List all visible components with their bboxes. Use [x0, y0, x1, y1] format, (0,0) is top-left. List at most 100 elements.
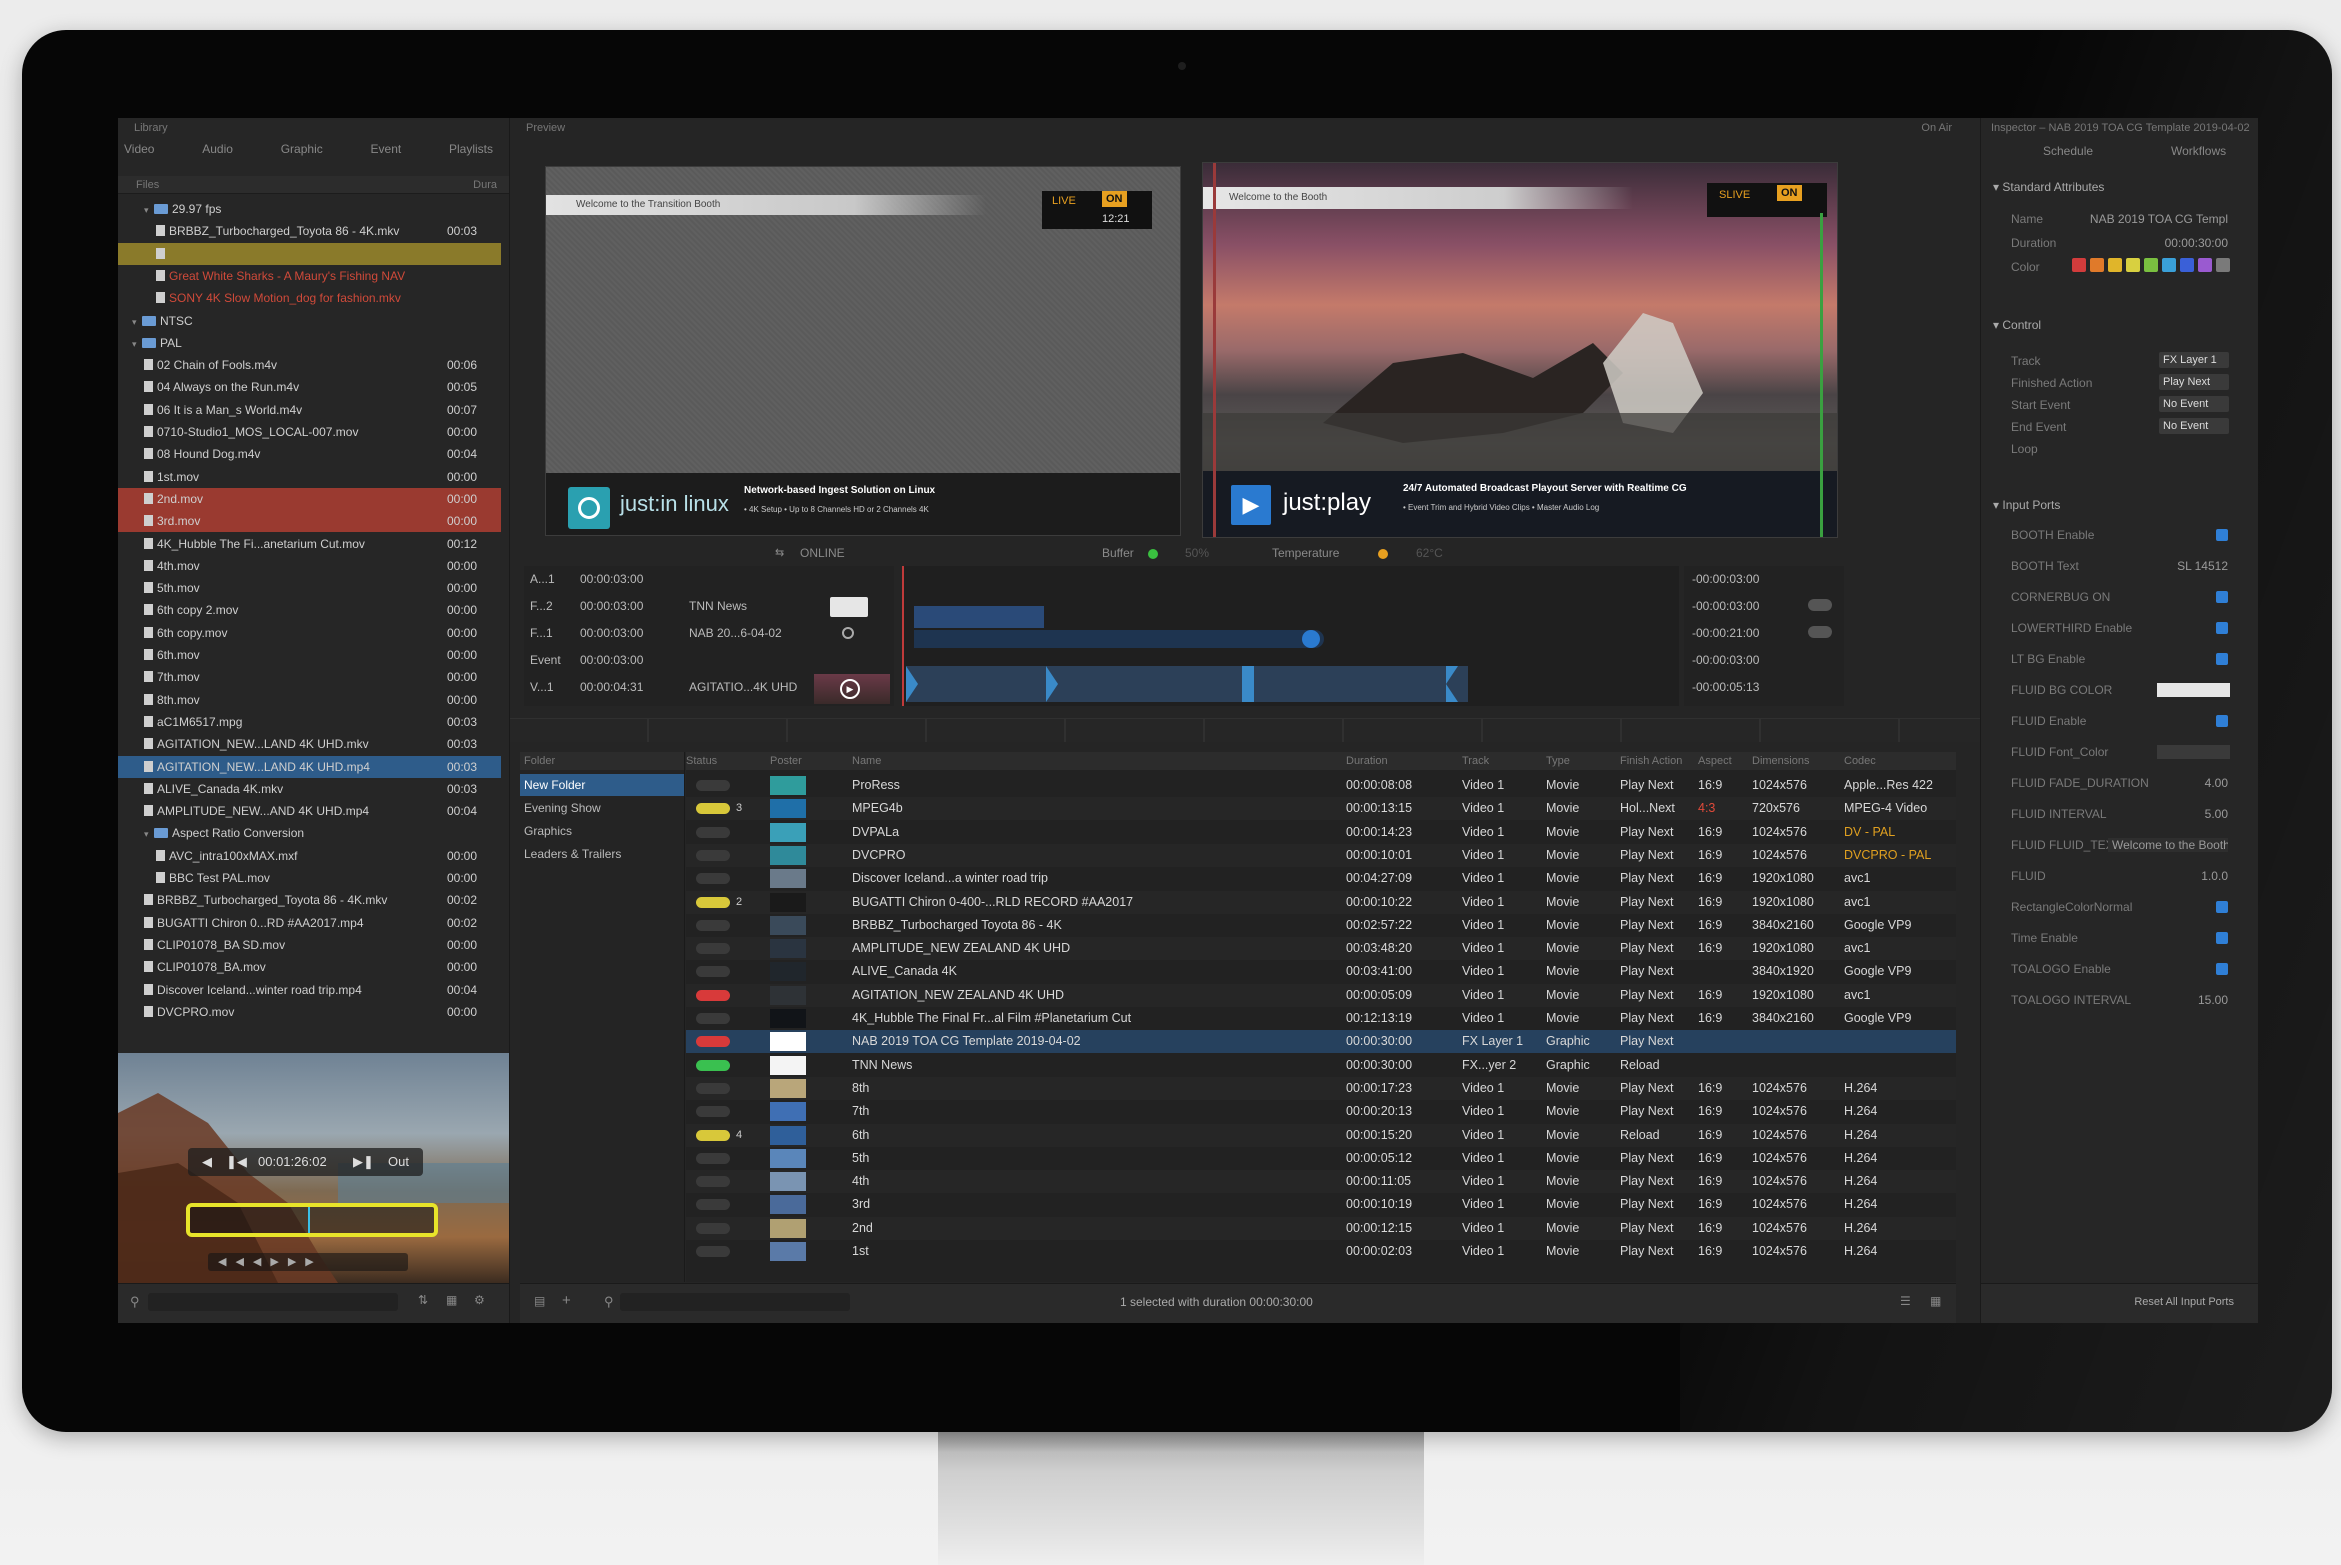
- table-row[interactable]: AMPLITUDE_NEW ZEALAND 4K UHD 00:03:48:20 V…: [686, 937, 1956, 961]
- port-checkbox[interactable]: [2216, 591, 2228, 603]
- mark-in-icon[interactable]: ❚◀: [226, 1148, 247, 1176]
- port-checkbox[interactable]: [2216, 622, 2228, 634]
- table-row[interactable]: ProRess 00:00:08:08 Video 1 Movie Play Next 1…: [686, 774, 1956, 797]
- column-header[interactable]: Name: [852, 755, 881, 767]
- column-header[interactable]: Dimensions: [1752, 755, 1809, 767]
- table-row[interactable]: 1st 00:00:02:03 Video 1 Movie Play Next 16:9 1…: [686, 1240, 1956, 1263]
- table-row[interactable]: 4K_Hubble The Final Fr...al Film #Planet…: [686, 1007, 1956, 1030]
- timeline-video-track[interactable]: [906, 666, 1468, 702]
- timeline-knob[interactable]: [1302, 630, 1320, 648]
- tab-schedule[interactable]: Schedule: [2043, 144, 2093, 158]
- column-header[interactable]: Track: [1462, 755, 1489, 767]
- library-file[interactable]: 06 It is a Man_s World.m4v 00:07: [118, 399, 501, 421]
- table-row[interactable]: TNN News 00:00:30:00 FX...yer 2 Graphic Relo…: [686, 1054, 1956, 1077]
- column-header[interactable]: Status: [686, 755, 717, 767]
- folder-item[interactable]: Graphics: [524, 820, 572, 842]
- library-file[interactable]: 2nd.mov 00:00: [118, 487, 501, 510]
- out-label[interactable]: Out: [388, 1148, 409, 1176]
- search-icon[interactable]: ⚲: [130, 1294, 140, 1310]
- playlist-search-icon[interactable]: ⚲: [604, 1294, 614, 1310]
- col-files[interactable]: Files: [136, 179, 159, 191]
- port-checkbox[interactable]: [2216, 932, 2228, 944]
- tab-workflows[interactable]: Workflows: [2171, 144, 2226, 158]
- disclosure-icon[interactable]: ▾: [132, 311, 142, 333]
- tab-event[interactable]: Event: [371, 142, 402, 156]
- reset-input-ports-button[interactable]: Reset All Input Ports: [2134, 1296, 2234, 1308]
- port-checkbox[interactable]: [2216, 963, 2228, 975]
- library-file[interactable]: BRBBZ_Turbocharged_Toyota 86 - 4K.mkv 00:…: [118, 889, 501, 911]
- prev-frame-icon[interactable]: ◀: [202, 1148, 212, 1176]
- timeline-playhead[interactable]: [902, 566, 904, 706]
- grid-icon[interactable]: ▦: [446, 1293, 457, 1307]
- color-swatch[interactable]: [2072, 258, 2086, 272]
- library-file[interactable]: AMPLITUDE_NEW...AND 4K UHD.mp4 00:04: [118, 800, 501, 822]
- port-checkbox[interactable]: [2216, 653, 2228, 665]
- graphic-toggle-button[interactable]: [830, 597, 868, 617]
- video-thumb-play[interactable]: ▶: [814, 674, 890, 704]
- library-file[interactable]: AGITATION_NEW...LAND 4K UHD.mkv 00:03: [118, 733, 501, 755]
- table-row[interactable]: 2nd 00:00:12:15 Video 1 Movie Play Next 16:9 1…: [686, 1216, 1956, 1240]
- column-header[interactable]: Poster: [770, 755, 802, 767]
- record-circle-icon[interactable]: [842, 627, 854, 639]
- library-file[interactable]: SONY 4K Slow Motion_dog for fashion.mkv: [118, 287, 501, 309]
- disclosure-icon[interactable]: ▾: [144, 199, 154, 221]
- port-value[interactable]: 1.0.0: [2201, 869, 2228, 883]
- table-row[interactable]: 4th 00:00:11:05 Video 1 Movie Play Next 16:9 1…: [686, 1170, 1956, 1194]
- track-select[interactable]: FX Layer 1: [2159, 352, 2229, 368]
- color-swatch[interactable]: [2216, 258, 2230, 272]
- table-row[interactable]: AGITATION_NEW ZEALAND 4K UHD 00:00:05:09 V…: [686, 983, 1956, 1007]
- sort-icon[interactable]: ⇅: [418, 1293, 428, 1307]
- tab-audio[interactable]: Audio: [202, 142, 233, 156]
- standard-attributes-header[interactable]: ▾ Standard Attributes: [1993, 180, 2104, 194]
- library-file[interactable]: 4th.mov 00:00: [118, 555, 501, 577]
- folder-item[interactable]: New Folder: [524, 774, 585, 796]
- column-header[interactable]: Finish Action: [1620, 755, 1682, 767]
- library-file[interactable]: 02 Chain of Fools.m4v 00:06: [118, 354, 501, 376]
- column-header[interactable]: Codec: [1844, 755, 1876, 767]
- color-swatch[interactable]: [2108, 258, 2122, 272]
- library-file[interactable]: Great White Sharks - A Maury's Fishing N…: [118, 265, 501, 287]
- table-row[interactable]: Discover Iceland...a winter road trip 00:…: [686, 867, 1956, 890]
- port-value[interactable]: 15.00: [2198, 993, 2228, 1007]
- playlist-search-input[interactable]: [620, 1293, 850, 1311]
- table-row[interactable]: BRBBZ_Turbocharged Toyota 86 - 4K 00:02:5…: [686, 914, 1956, 937]
- table-row[interactable]: 8th 00:00:17:23 Video 1 Movie Play Next 16:9 1…: [686, 1076, 1956, 1100]
- port-checkbox[interactable]: [2216, 715, 2228, 727]
- control-header[interactable]: ▾ Control: [1993, 318, 2041, 332]
- library-file[interactable]: [118, 242, 501, 265]
- port-color-bar[interactable]: [2157, 683, 2230, 697]
- library-search-input[interactable]: [148, 1293, 398, 1311]
- table-row[interactable]: ALIVE_Canada 4K 00:03:41:00 Video 1 Movie Pl…: [686, 960, 1956, 983]
- tab-playlists[interactable]: Playlists: [449, 142, 493, 156]
- library-folder[interactable]: ▾ PAL: [118, 332, 501, 354]
- duration-value[interactable]: 00:00:30:00: [2165, 236, 2228, 250]
- library-file[interactable]: AGITATION_NEW...LAND 4K UHD.mp4 00:03: [118, 755, 501, 778]
- timeline-block-fx[interactable]: [914, 630, 1324, 648]
- table-row[interactable]: 2 BUGATTI Chiron 0-400-...RLD RECORD #AA2…: [686, 890, 1956, 914]
- library-file[interactable]: BUGATTI Chiron 0...RD #AA2017.mp4 00:02: [118, 912, 501, 934]
- start-event-select[interactable]: No Event: [2159, 396, 2229, 412]
- color-swatch[interactable]: [2144, 258, 2158, 272]
- disclosure-icon[interactable]: ▾: [144, 823, 154, 845]
- library-file[interactable]: aC1M6517.mpg 00:03: [118, 711, 501, 733]
- color-swatch[interactable]: [2090, 258, 2104, 272]
- table-row[interactable]: DVCPRO 00:00:10:01 Video 1 Movie Play Next 16…: [686, 843, 1956, 867]
- library-file[interactable]: BRBBZ_Turbocharged_Toyota 86 - 4K.mkv 00:…: [118, 220, 501, 242]
- library-file[interactable]: CLIP01078_BA.mov 00:00: [118, 956, 501, 978]
- library-file[interactable]: Discover Iceland...winter road trip.mp4 0…: [118, 979, 501, 1001]
- columns-icon[interactable]: ▦: [1930, 1294, 1941, 1308]
- name-value[interactable]: NAB 2019 TOA CG Templ: [2090, 212, 2228, 226]
- library-file[interactable]: 7th.mov 00:00: [118, 666, 501, 688]
- column-header[interactable]: Duration: [1346, 755, 1388, 767]
- library-file[interactable]: 6th.mov 00:00: [118, 644, 501, 666]
- col-duration[interactable]: Dura: [473, 179, 497, 191]
- toggle-icon[interactable]: [1808, 599, 1832, 611]
- library-folder[interactable]: ▾ NTSC: [118, 310, 501, 332]
- port-checkbox[interactable]: [2216, 529, 2228, 541]
- timeline-block-graphic[interactable]: [914, 606, 1044, 628]
- library-file[interactable]: 08 Hound Dog.m4v 00:04: [118, 443, 501, 465]
- color-swatch[interactable]: [2198, 258, 2212, 272]
- library-file[interactable]: 1st.mov 00:00: [118, 466, 501, 488]
- library-file[interactable]: 04 Always on the Run.m4v 00:05: [118, 376, 501, 398]
- add-folder-icon[interactable]: ▤: [534, 1294, 545, 1308]
